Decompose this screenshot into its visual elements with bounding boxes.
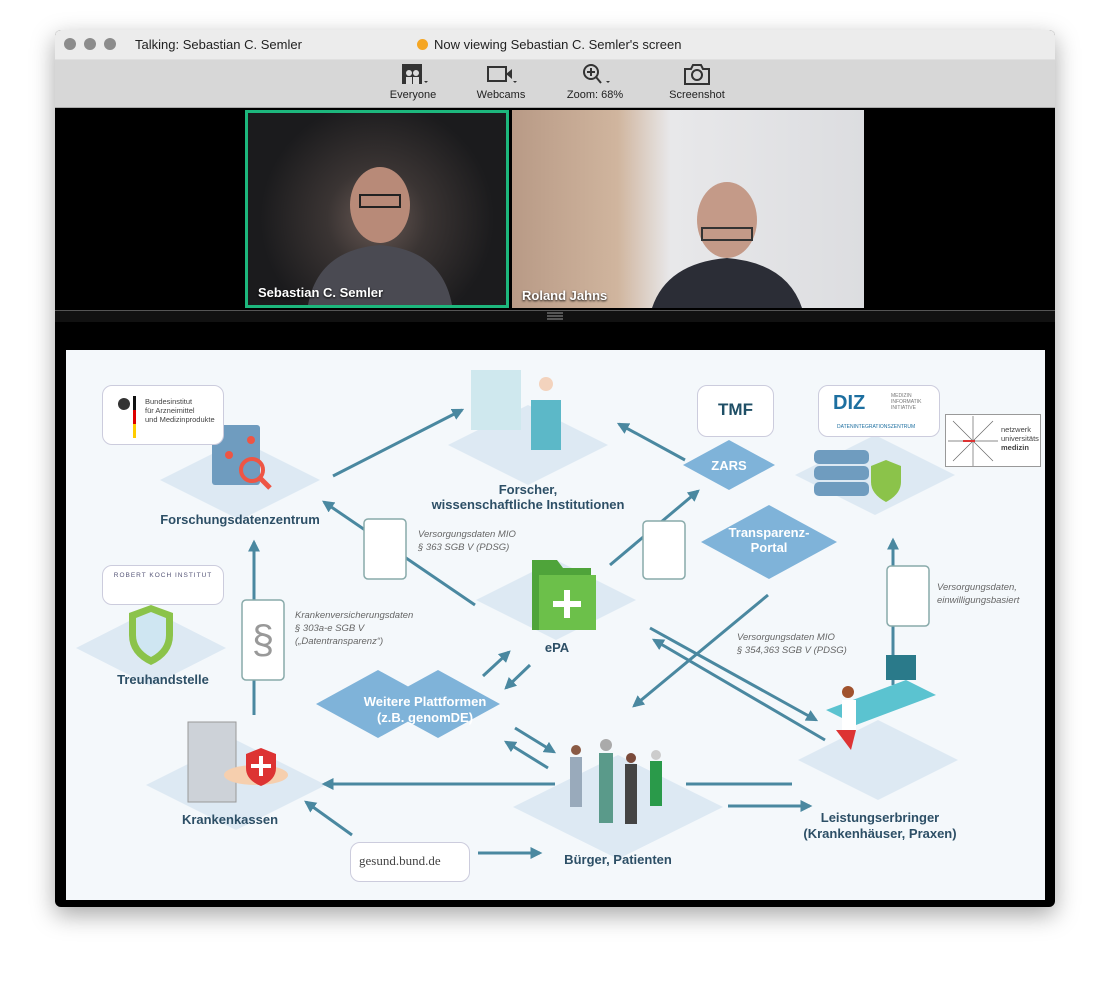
participant-name: Roland Jahns bbox=[522, 288, 608, 303]
gesund-bund-logo: gesund.bund.de bbox=[350, 842, 470, 882]
svg-text:§: § bbox=[252, 618, 274, 662]
epa-folder-icon bbox=[532, 560, 596, 630]
note-krankenversicherungsdaten: Krankenversicherungsdaten § 303a-e SGB V(… bbox=[295, 610, 414, 647]
participant-video bbox=[652, 182, 802, 308]
video-tile-roland[interactable]: Roland Jahns bbox=[512, 110, 864, 308]
note-versorgungsdaten-354: Versorgungsdaten MIO § 354,363 SGB V (PDS… bbox=[737, 632, 847, 656]
people-icon bbox=[402, 64, 428, 84]
node-krankenkassen: Krankenkassen bbox=[181, 812, 279, 827]
node-zars: ZARS bbox=[711, 458, 747, 473]
screenshot-label: Screenshot bbox=[669, 89, 725, 101]
diz-logo: DIZ MEDIZIN INFORMATIK INITIATIVE DATENINT… bbox=[818, 385, 940, 437]
node-leistungserbringer: Leistungserbringer bbox=[820, 810, 940, 825]
node-leistungserbringer-sub: (Krankenhäuser, Praxen) bbox=[803, 826, 957, 841]
share-indicator-icon bbox=[417, 39, 428, 50]
node-treuhandstelle: Treuhandstelle bbox=[117, 672, 209, 687]
node-forscher: Forscher, bbox=[498, 482, 558, 497]
num-logo: netzwerk universitäts medizin bbox=[945, 414, 1041, 467]
node-transparenzportal-sub: Portal bbox=[750, 540, 788, 555]
webcams-label: Webcams bbox=[476, 89, 526, 101]
node-buerger: Bürger, Patienten bbox=[564, 852, 672, 867]
node-weitere-plattformen: Weitere Plattformen bbox=[363, 694, 487, 709]
shared-screen: § Bundesinstitut für Arzneimittel und Medi… bbox=[66, 350, 1045, 900]
zoom-in-icon bbox=[583, 64, 610, 84]
panel-splitter[interactable] bbox=[55, 310, 1055, 322]
maximize-button[interactable] bbox=[104, 38, 116, 50]
webcams-button[interactable]: Webcams bbox=[471, 62, 531, 101]
participant-video bbox=[308, 167, 452, 305]
viewing-status: Now viewing Sebastian C. Semler's screen bbox=[417, 37, 681, 52]
talking-status: Talking: Sebastian C. Semler bbox=[135, 37, 302, 52]
eagle-icon bbox=[118, 396, 136, 438]
minimize-button[interactable] bbox=[84, 38, 96, 50]
node-weitere-plattformen-sub: (z.B. genomDE) bbox=[376, 710, 474, 725]
zoom-label: Zoom: 68% bbox=[566, 89, 624, 101]
node-epa: ePA bbox=[544, 640, 570, 655]
everyone-label: Everyone bbox=[389, 89, 437, 101]
tmf-logo: TMF bbox=[697, 385, 774, 437]
note-einwilligungsbasiert: Versorgungsdaten, einwilligungsbasiert bbox=[937, 582, 1020, 606]
close-button[interactable] bbox=[64, 38, 76, 50]
rki-logo: ROBERT KOCH INSTITUT bbox=[102, 565, 224, 605]
screenshot-camera-icon bbox=[684, 64, 710, 85]
app-window: Talking: Sebastian C. Semler Now viewing… bbox=[55, 30, 1055, 907]
camera-icon bbox=[487, 66, 517, 83]
note-versorgungsdaten-363: Versorgungsdaten MIO § 363 SGB V (PDSG) bbox=[418, 529, 516, 553]
node-transparenzportal: Transparenz- bbox=[728, 525, 810, 540]
node-forschungsdatenzentrum: Forschungsdatenzentrum bbox=[160, 512, 320, 527]
bfarm-logo: Bundesinstitut für Arzneimittel und Medizi… bbox=[102, 385, 224, 445]
toolbar: Everyone Webcams Zoom: 68% Screenshot bbox=[55, 60, 1055, 108]
zoom-button[interactable]: Zoom: 68% bbox=[560, 62, 630, 101]
title-bar: Talking: Sebastian C. Semler Now viewing… bbox=[55, 30, 1055, 60]
viewing-text: Now viewing Sebastian C. Semler's screen bbox=[434, 37, 682, 52]
drag-handle-icon bbox=[547, 312, 563, 320]
node-forscher-sub: wissenschaftliche Institutionen bbox=[431, 497, 625, 512]
everyone-button[interactable]: Everyone bbox=[383, 62, 443, 101]
screenshot-button[interactable]: Screenshot bbox=[662, 62, 732, 101]
participant-name: Sebastian C. Semler bbox=[258, 285, 383, 300]
video-tile-sebastian[interactable]: Sebastian C. Semler bbox=[245, 110, 509, 308]
